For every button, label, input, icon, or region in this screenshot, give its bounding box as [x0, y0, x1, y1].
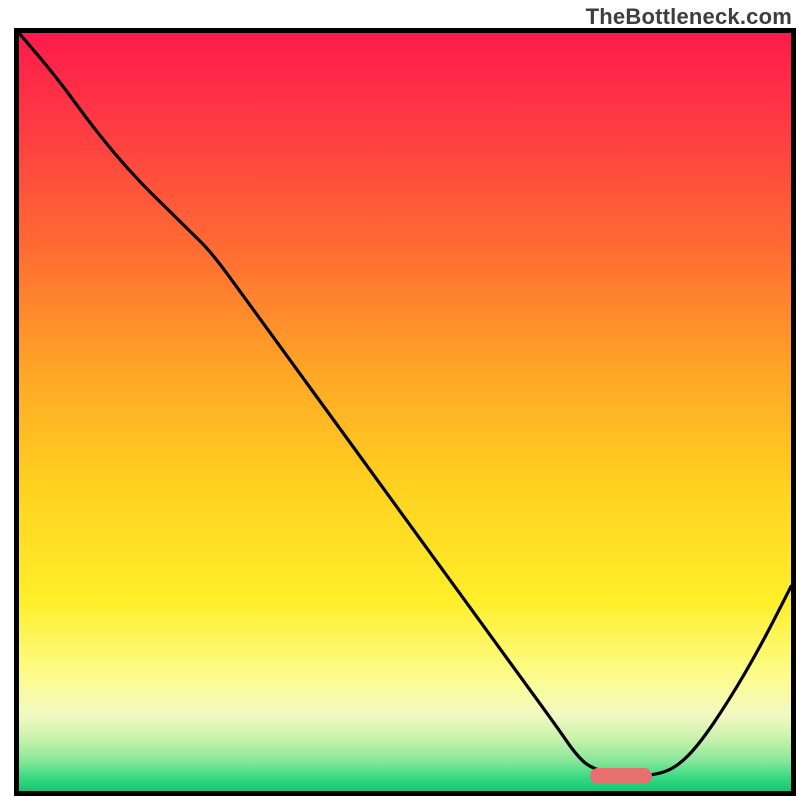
optimal-range-marker	[590, 768, 652, 785]
watermark-text: TheBottleneck.com	[586, 4, 792, 30]
plot-area	[14, 28, 796, 796]
bottleneck-curve	[19, 33, 791, 791]
chart-root: { "watermark": "TheBottleneck.com", "plo…	[0, 0, 800, 800]
